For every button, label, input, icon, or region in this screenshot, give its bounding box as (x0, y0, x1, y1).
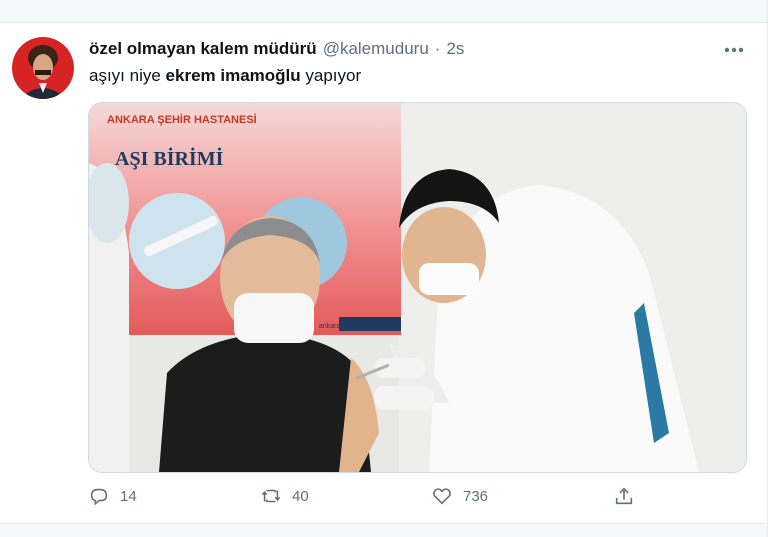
banner-title: AŞI BİRİMİ (115, 146, 224, 170)
more-dots-icon[interactable] (720, 39, 748, 61)
tweet-photo[interactable]: ANKARA ŞEHİR HASTANESİ AŞI BİRİMİ ankara… (88, 102, 747, 473)
share-icon (615, 487, 633, 505)
reply-icon (90, 488, 108, 506)
tweet-text: aşıyı niye ekrem imamoğlu yapıyor (89, 66, 361, 86)
tweet-text-start: aşıyı niye (89, 66, 166, 85)
retweet-button[interactable]: 40 (260, 485, 309, 507)
author-avatar[interactable] (12, 37, 74, 99)
author-name[interactable]: özel olmayan kalem müdürü (89, 39, 317, 59)
like-button[interactable]: 736 (431, 485, 488, 507)
author-handle[interactable]: @kalemuduru (323, 39, 429, 59)
face-mask (234, 293, 314, 343)
next-tweet-edge (0, 524, 767, 537)
retweet-icon (261, 489, 281, 503)
banner-hospital-name: ANKARA ŞEHİR HASTANESİ (107, 113, 257, 126)
heart-icon (433, 488, 451, 505)
tweet-header: özel olmayan kalem müdürü @kalemuduru · … (89, 39, 464, 61)
scroll-gutter[interactable] (768, 0, 782, 537)
retweet-count: 40 (292, 487, 309, 505)
tweet-timestamp[interactable]: 2s (446, 39, 464, 59)
tweet-text-bold: ekrem imamoğlu (165, 66, 301, 85)
share-button[interactable] (613, 485, 635, 507)
banner-footer-text: ankarasehirhast (319, 323, 369, 330)
like-count: 736 (463, 487, 489, 505)
reply-count: 14 (120, 487, 137, 505)
tweet-card[interactable]: özel olmayan kalem müdürü @kalemuduru · … (0, 23, 767, 523)
tweet-actions: 14 40 736 (88, 485, 648, 511)
timeline-top-divider (0, 0, 782, 23)
tweet-text-end: yapıyor (300, 66, 362, 85)
header-separator: · (434, 39, 441, 58)
reply-button[interactable]: 14 (88, 485, 137, 507)
